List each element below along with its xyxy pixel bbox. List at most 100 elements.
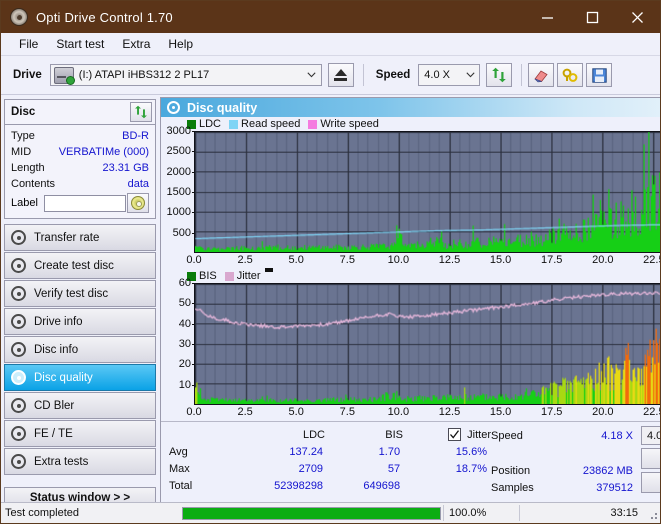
save-button[interactable] (586, 63, 613, 87)
speed-select[interactable]: 4.0 X (418, 64, 481, 86)
sidebar-item-disc-info[interactable]: Disc info (4, 336, 156, 363)
axis-tick-label: 3000 (166, 125, 196, 137)
disc-icon (11, 426, 26, 441)
toolbar: Drive (I:) ATAPI iHBS312 2 PL17 Speed 4.… (1, 56, 660, 95)
menu-bar: File Start test Extra Help (1, 33, 660, 56)
drive-select[interactable]: (I:) ATAPI iHBS312 2 PL17 (49, 64, 322, 86)
stats-row-label: Max (169, 462, 190, 475)
jitter-checkbox[interactable] (448, 428, 462, 441)
speed-label: Speed (491, 429, 523, 442)
disc-row-type: Type BD-R (11, 128, 149, 144)
samples-label: Samples (491, 481, 534, 494)
stats-panel: LDC BIS Jitter Avg 137.24 1.70 15.6% Max… (161, 421, 660, 496)
sidebar-item-disc-quality[interactable]: Disc quality (4, 364, 156, 391)
progress-bar (182, 506, 441, 520)
disc-row-value: BD-R (122, 130, 149, 142)
sidebar-item-label: Create test disc (34, 259, 114, 272)
axis-tick-label: 10 (178, 378, 196, 391)
menu-start-test[interactable]: Start test (47, 35, 113, 53)
menu-extra[interactable]: Extra (113, 35, 159, 53)
sidebar-item-label: CD Bler (34, 399, 75, 412)
test-speed-select[interactable]: 4.0 X (641, 426, 660, 445)
chevron-down-icon (461, 70, 479, 80)
chart-top-y-axis: 500 1000 1500 2000 2500 3000 (161, 125, 196, 253)
menu-help[interactable]: Help (159, 35, 202, 53)
disc-panel-title: Disc (11, 106, 36, 118)
legend-swatch (229, 119, 239, 129)
stats-row-label: Avg (169, 445, 188, 458)
app-window: Opti Drive Control 1.70 File Start test … (0, 0, 661, 524)
disc-label-key: Label (11, 197, 38, 209)
chart-bottom-y-axis: 10 20 30 40 50 60 (161, 277, 196, 405)
disc-row-value: 23.31 GB (102, 162, 149, 174)
stats-header-row: LDC BIS Jitter (161, 426, 491, 443)
drive-icon (53, 66, 75, 85)
sidebar-item-transfer-rate[interactable]: Transfer rate (4, 224, 156, 251)
tools-button[interactable] (557, 63, 584, 87)
chart-top-x-axis: GB 0.02.55.07.510.012.515.017.520.022.52… (186, 253, 660, 269)
main-body: Disc Type BD-R MID VERBATIMe (000) Lengt… (1, 95, 660, 509)
disc-quality-panel: Disc quality LDC Read speed Write speed (160, 97, 660, 506)
disc-label-input[interactable] (44, 194, 127, 212)
axis-tick-label: 10.0 (387, 254, 410, 266)
legend-ldc: LDC (187, 118, 221, 130)
save-icon (592, 67, 607, 83)
axis-tick-label: 2000 (166, 165, 196, 178)
disc-label-row: Label (11, 193, 149, 213)
sidebar-item-drive-info[interactable]: Drive info (4, 308, 156, 335)
sidebar-item-verify-test-disc[interactable]: Verify test disc (4, 280, 156, 307)
sidebar-item-label: Verify test disc (34, 287, 109, 300)
sidebar-item-extra-tests[interactable]: Extra tests (4, 448, 156, 475)
sidebar-item-cd-bler[interactable]: CD Bler (4, 392, 156, 419)
sidebar-item-label: Disc info (34, 343, 79, 356)
chart-top-plot[interactable] (194, 131, 660, 253)
disc-quality-icon (167, 101, 180, 114)
eject-button[interactable] (327, 63, 354, 87)
close-icon[interactable] (615, 1, 660, 33)
disc-icon (11, 342, 26, 357)
run-stat-speed: Speed 4.18 X (491, 426, 641, 445)
stats-ldc-value: 137.24 (289, 445, 324, 458)
disc-panel: Disc Type BD-R MID VERBATIMe (000) Lengt… (4, 99, 156, 219)
minimize-icon[interactable] (525, 1, 570, 33)
sidebar-item-label: Transfer rate (34, 231, 100, 244)
title-bar: Opti Drive Control 1.70 (1, 1, 660, 33)
axis-tick-label: 17.5 (540, 254, 563, 266)
axis-tick-label: 7.5 (339, 254, 355, 266)
sidebar: Disc Type BD-R MID VERBATIMe (000) Lengt… (1, 95, 159, 509)
axis-tick-label: 12.5 (438, 406, 461, 418)
sidebar-item-fe-te[interactable]: FE / TE (4, 420, 156, 447)
legend-read-speed: Read speed (229, 118, 300, 130)
resize-grip-icon[interactable] (644, 506, 658, 520)
menu-file[interactable]: File (10, 35, 47, 53)
stats-jitter-value: 18.7% (455, 462, 487, 475)
window-controls (525, 1, 660, 33)
refresh-button[interactable] (486, 63, 513, 87)
start-full-button[interactable]: Start full (641, 448, 660, 469)
legend-label: Read speed (241, 118, 301, 130)
axis-tick-label: 5.0 (288, 254, 304, 266)
disc-row-key: Type (11, 130, 35, 142)
erase-button[interactable] (528, 63, 555, 87)
legend-label: Write speed (320, 118, 379, 130)
chart-legend-top: LDC Read speed Write speed (161, 117, 660, 131)
stats-header-bis: BIS (385, 428, 403, 441)
axis-tick-label: 2.5 (237, 254, 253, 266)
disc-row-contents: Contents data (11, 176, 149, 192)
axis-tick-label: 30 (178, 338, 196, 350)
axis-tick-label: 2.5 (237, 406, 253, 418)
sidebar-item-create-test-disc[interactable]: Create test disc (4, 252, 156, 279)
axis-tick-label: 10.0 (387, 406, 410, 418)
axis-tick-label: 15.0 (489, 406, 512, 418)
stats-row-avg: Avg 137.24 1.70 15.6% (161, 443, 491, 460)
drive-select-value: (I:) ATAPI iHBS312 2 PL17 (78, 69, 210, 81)
axis-tick-label: 1000 (166, 206, 196, 219)
cd-icon (130, 196, 145, 210)
chart-bottom-plot[interactable] (194, 283, 660, 405)
axis-tick-label: 17.5 (540, 406, 563, 418)
maximize-icon[interactable] (570, 1, 615, 33)
axis-tick-label: 7.5 (339, 406, 355, 418)
refresh-disc-button[interactable] (130, 102, 152, 122)
start-part-button[interactable]: Start part (641, 472, 660, 493)
disc-label-button[interactable] (126, 193, 149, 213)
